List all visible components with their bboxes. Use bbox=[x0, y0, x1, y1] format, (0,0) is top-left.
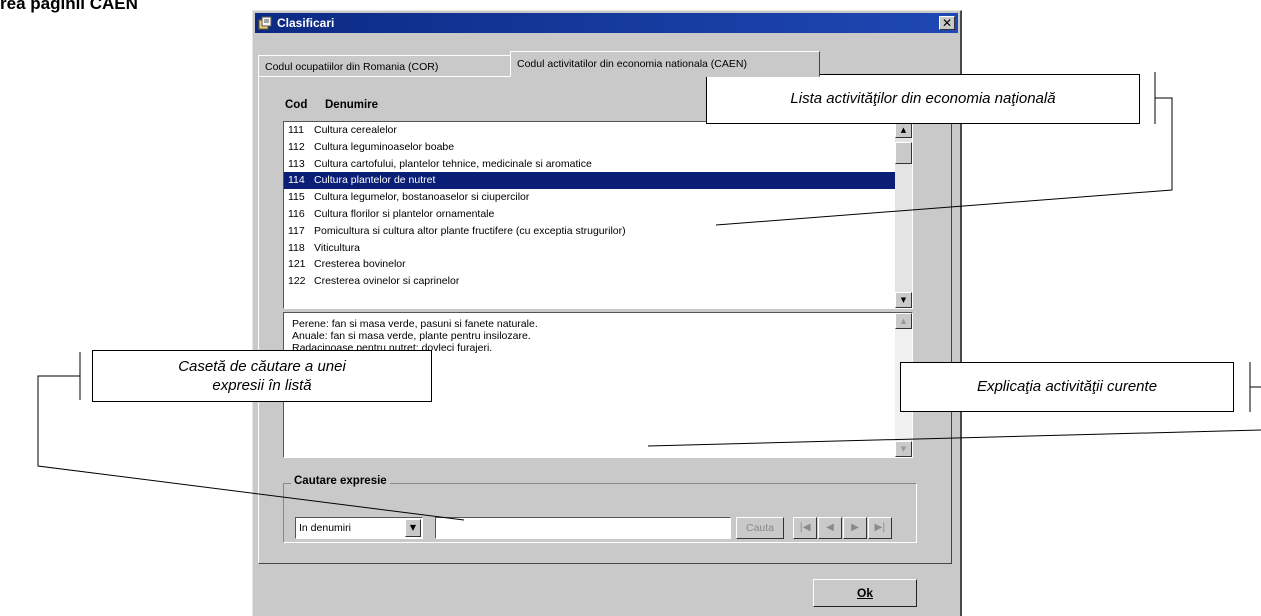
explanation-callout-leader bbox=[647, 429, 1261, 447]
search-annotation: Casetă de căutare a unei expresii în lis… bbox=[92, 350, 432, 402]
list-annotation: Lista activităţilor din economia naţiona… bbox=[706, 74, 1140, 124]
search-annotation-line2: expresii în listă bbox=[212, 377, 312, 394]
tab-caen[interactable]: Codul activitatilor din economia nationa… bbox=[510, 51, 820, 77]
search-annotation-line1: Casetă de căutare a unei bbox=[178, 358, 346, 375]
explanation-annotation: Explicaţia activităţii curente bbox=[900, 362, 1234, 412]
